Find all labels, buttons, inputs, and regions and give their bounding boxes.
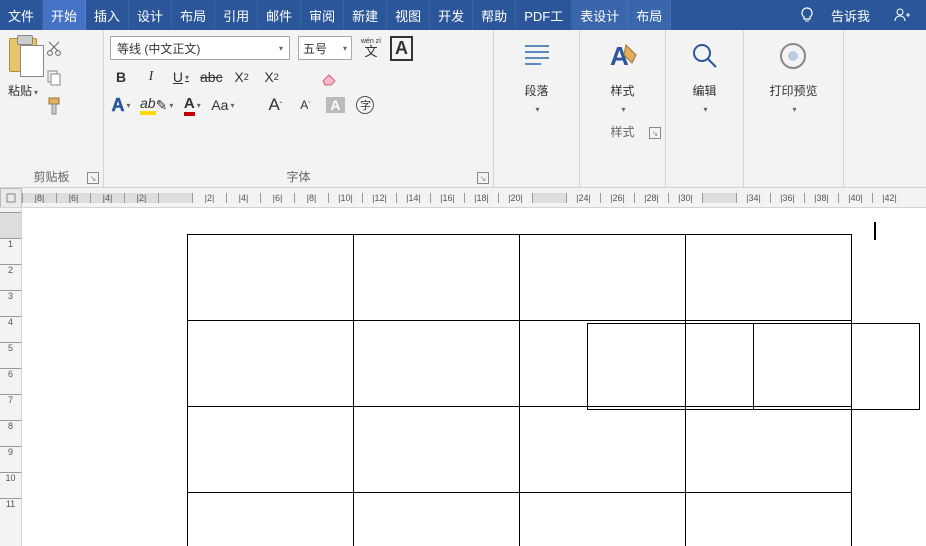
font-size-select[interactable]: 五号▾	[298, 36, 352, 60]
ruler-horizontal[interactable]: |8||6||4||2||2||4||6||8||10||12||14||16|…	[0, 188, 926, 208]
text-effects-button[interactable]: A▾	[110, 94, 132, 116]
table-cell[interactable]	[354, 235, 520, 321]
paste-button[interactable]: 粘贴▾	[6, 36, 40, 101]
print-preview-icon	[773, 36, 813, 76]
lightbulb-icon[interactable]	[791, 0, 823, 30]
styles-icon: A	[603, 36, 643, 76]
ruler-corner[interactable]	[0, 188, 22, 208]
text-cursor	[874, 222, 876, 240]
chevron-down-icon: ▾	[621, 105, 625, 114]
table-cell[interactable]	[188, 321, 354, 407]
table-cell[interactable]	[520, 235, 686, 321]
enclosed-char-button[interactable]: 字	[354, 94, 376, 116]
font-color-button[interactable]: A▾	[181, 94, 203, 116]
table-cell[interactable]	[354, 407, 520, 493]
char-shading-button[interactable]: A	[324, 94, 346, 116]
tab-references[interactable]: 引用	[215, 0, 258, 30]
table-cell[interactable]	[520, 493, 686, 546]
table-cell[interactable]	[686, 235, 852, 321]
tab-table-design[interactable]: 表设计	[572, 0, 628, 30]
superscript-button[interactable]: X2	[261, 66, 283, 88]
subscript-button[interactable]: X2	[231, 66, 253, 88]
tell-me[interactable]: 告诉我	[823, 0, 878, 30]
table-cell[interactable]	[188, 235, 354, 321]
tab-home[interactable]: 开始	[43, 0, 86, 30]
table-cell[interactable]	[686, 493, 852, 546]
styles-launcher[interactable]: ↘	[649, 127, 661, 139]
font-group-label: 字体	[286, 168, 310, 185]
table-cell[interactable]	[188, 407, 354, 493]
copy-icon[interactable]	[44, 68, 64, 86]
document-page[interactable]	[22, 208, 926, 546]
char-border-button[interactable]: A	[390, 37, 413, 59]
chevron-down-icon: ▾	[703, 105, 707, 114]
tab-mail[interactable]: 邮件	[258, 0, 301, 30]
font-launcher[interactable]: ↘	[477, 172, 489, 184]
phonetic-guide-button[interactable]: wén zì文	[360, 37, 382, 59]
table-overlap[interactable]	[587, 323, 920, 410]
format-painter-icon[interactable]	[44, 96, 64, 116]
paragraph-button[interactable]: 段落 ▾	[517, 36, 557, 114]
underline-button[interactable]: U▾	[170, 66, 192, 88]
paste-label: 粘贴	[8, 84, 32, 98]
bold-button[interactable]: B	[110, 66, 132, 88]
table-cell[interactable]	[520, 407, 686, 493]
tab-help[interactable]: 帮助	[473, 0, 516, 30]
font-name-select[interactable]: 等线 (中文正文)▾	[110, 36, 290, 60]
table-cell[interactable]	[354, 493, 520, 546]
tab-review[interactable]: 审阅	[301, 0, 344, 30]
table-cell[interactable]	[188, 493, 354, 546]
print-preview-button[interactable]: 打印预览 ▾	[769, 36, 817, 114]
paragraph-icon	[517, 36, 557, 76]
clipboard-group-label: 剪贴板	[33, 168, 69, 185]
shrink-font-button[interactable]: Aˇ	[294, 94, 316, 116]
clipboard-launcher[interactable]: ↘	[87, 172, 99, 184]
chevron-down-icon: ▾	[535, 105, 539, 114]
table-cell[interactable]	[754, 324, 920, 410]
tab-dev[interactable]: 开发	[430, 0, 473, 30]
cut-icon[interactable]	[44, 40, 64, 58]
tab-pdf[interactable]: PDF工	[516, 0, 572, 30]
styles-button[interactable]: A 样式 ▾	[603, 36, 643, 114]
chevron-down-icon: ▾	[792, 105, 796, 114]
tab-view[interactable]: 视图	[387, 0, 430, 30]
tab-table-layout[interactable]: 布局	[628, 0, 671, 30]
italic-button[interactable]: I	[140, 66, 162, 88]
table-cell[interactable]	[354, 321, 520, 407]
tab-layout[interactable]: 布局	[172, 0, 215, 30]
strike-button[interactable]: abc	[200, 66, 223, 88]
paste-icon	[9, 38, 37, 72]
ruler-vertical[interactable]: 1234567891011	[0, 208, 22, 546]
styles-group-label: 样式	[610, 123, 634, 140]
table-cell[interactable]	[588, 324, 754, 410]
chevron-down-icon: ▾	[34, 88, 38, 97]
clear-format-button[interactable]	[319, 66, 341, 88]
table-cell[interactable]	[686, 407, 852, 493]
tab-new[interactable]: 新建	[344, 0, 387, 30]
change-case-button[interactable]: Aa▾	[211, 94, 234, 116]
tab-design[interactable]: 设计	[129, 0, 172, 30]
grow-font-button[interactable]: Aˆ	[264, 94, 286, 116]
tab-insert[interactable]: 插入	[86, 0, 129, 30]
edit-button[interactable]: 编辑 ▾	[685, 36, 725, 114]
search-icon	[685, 36, 725, 76]
share-icon[interactable]	[878, 0, 926, 30]
highlight-button[interactable]: ab✎▾	[140, 94, 173, 116]
tab-file[interactable]: 文件	[0, 0, 43, 30]
